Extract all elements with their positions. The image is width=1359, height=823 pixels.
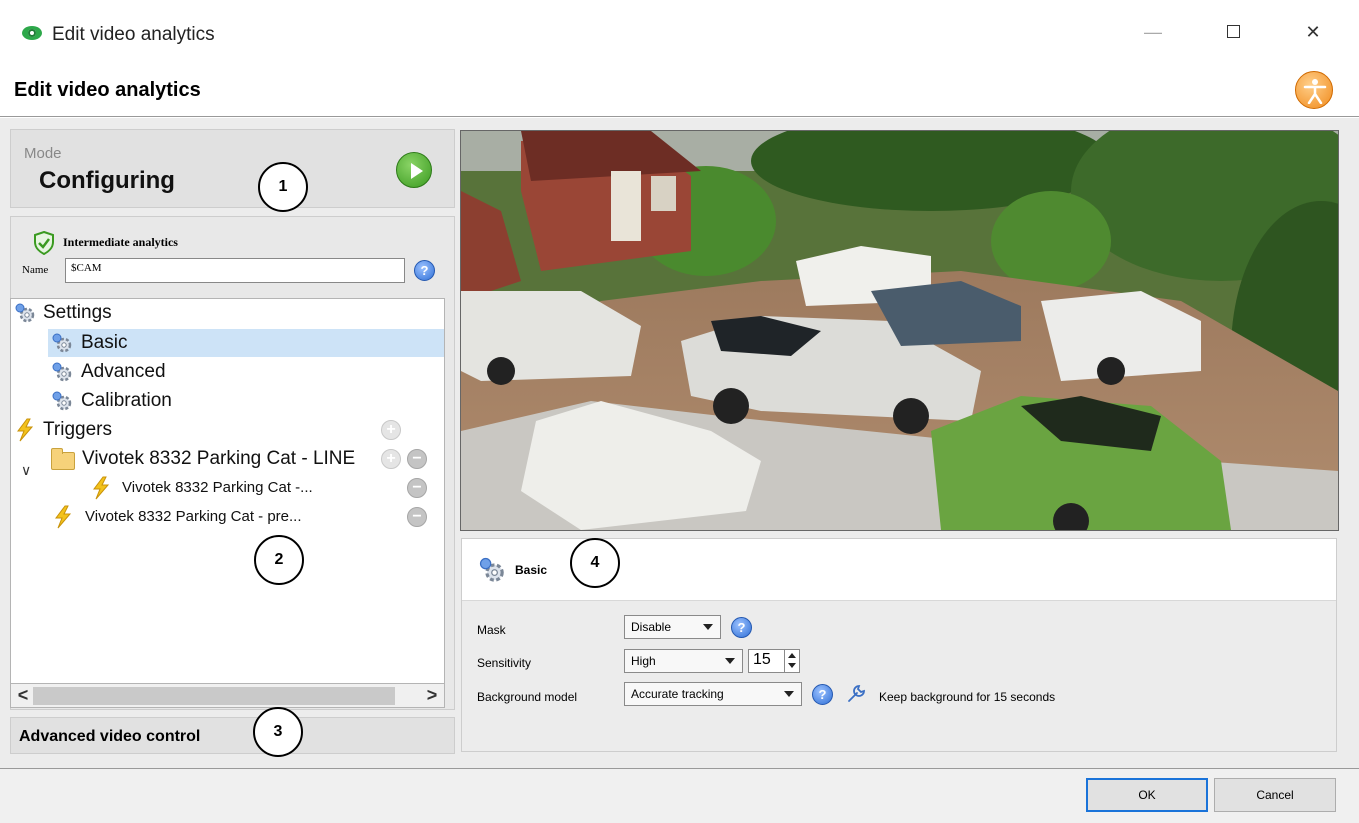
dropdown-arrow-icon xyxy=(784,691,794,697)
dialog-header: Edit video analytics xyxy=(0,70,1359,117)
scroll-right-button[interactable]: > xyxy=(422,684,442,706)
help-icon[interactable]: ? xyxy=(414,260,435,281)
shield-icon xyxy=(34,231,54,255)
remove-icon[interactable]: − xyxy=(407,507,427,527)
horizontal-scrollbar[interactable]: < > xyxy=(10,684,445,708)
lightning-icon xyxy=(17,418,34,442)
chevron-down-icon[interactable]: ∨ xyxy=(21,462,31,479)
advanced-video-control-panel[interactable]: Advanced video control xyxy=(10,717,455,754)
step-up-icon[interactable] xyxy=(788,653,796,658)
callout-1: 1 xyxy=(258,162,308,212)
lightning-icon xyxy=(55,505,72,529)
sensitivity-stepper[interactable]: 15 xyxy=(748,649,800,673)
minimize-button[interactable]: — xyxy=(1138,22,1168,43)
mask-label: Mask xyxy=(477,623,506,637)
sensitivity-stepper-value: 15 xyxy=(753,651,771,668)
tree-label: Settings xyxy=(43,302,112,323)
background-model-label: Background model xyxy=(477,690,578,704)
dropdown-arrow-icon xyxy=(725,658,735,664)
remove-icon[interactable]: − xyxy=(407,478,427,498)
video-preview[interactable] xyxy=(460,130,1339,531)
window-title: Edit video analytics xyxy=(52,24,215,45)
title-bar: Edit video analytics — ✕ xyxy=(0,0,1359,70)
basic-settings-title: Basic xyxy=(515,563,548,577)
add-icon[interactable]: + xyxy=(381,449,401,469)
tree-label: Calibration xyxy=(81,390,172,411)
mode-panel: Mode Configuring xyxy=(10,129,455,208)
wrench-icon[interactable] xyxy=(846,684,866,704)
mask-select-value: Disable xyxy=(631,620,672,634)
stepper-buttons[interactable] xyxy=(784,650,799,672)
dialog-title: Edit video analytics xyxy=(14,79,201,101)
analytics-type-title: Intermediate analytics xyxy=(63,235,178,249)
tree-label: Advanced xyxy=(81,361,166,382)
keep-background-text: Keep background for 15 seconds xyxy=(879,690,1056,704)
configuration-tree[interactable]: Settings Basic Advanced Calibration Trig… xyxy=(10,298,445,684)
remove-icon[interactable]: − xyxy=(407,449,427,469)
add-trigger-icon[interactable]: + xyxy=(381,420,401,440)
scroll-thumb[interactable] xyxy=(33,687,395,705)
step-down-icon[interactable] xyxy=(788,663,796,668)
accessibility-icon[interactable] xyxy=(1295,71,1333,109)
background-model-select[interactable]: Accurate tracking xyxy=(624,682,802,706)
name-label: Name xyxy=(22,264,49,276)
callout-4: 4 xyxy=(570,538,620,588)
callout-2: 2 xyxy=(254,535,304,585)
help-icon[interactable]: ? xyxy=(812,684,833,705)
sensitivity-select-value: High xyxy=(631,654,656,668)
main-area: Mode Configuring Intermediate analytics … xyxy=(0,118,1359,768)
tree-item-settings[interactable]: Settings xyxy=(11,299,444,327)
ok-button[interactable]: OK xyxy=(1086,778,1208,812)
tree-label: Triggers xyxy=(43,419,112,440)
gear-icon xyxy=(15,303,35,323)
mask-select[interactable]: Disable xyxy=(624,615,721,639)
dropdown-arrow-icon xyxy=(703,624,713,630)
play-icon[interactable] xyxy=(396,152,432,188)
gear-icon xyxy=(52,333,72,353)
background-model-select-value: Accurate tracking xyxy=(631,687,724,701)
folder-icon xyxy=(51,448,75,470)
maximize-button[interactable] xyxy=(1218,22,1248,43)
maximize-icon xyxy=(1226,25,1240,38)
gear-icon xyxy=(479,557,504,582)
gear-icon xyxy=(52,362,72,382)
callout-3: 3 xyxy=(253,707,303,757)
cancel-button[interactable]: Cancel xyxy=(1214,778,1336,812)
scroll-left-button[interactable]: < xyxy=(13,684,33,706)
help-icon[interactable]: ? xyxy=(731,617,752,638)
lightning-icon xyxy=(93,476,110,500)
mode-label: Mode xyxy=(24,145,62,162)
eye-icon xyxy=(22,26,42,40)
name-input[interactable]: $CAM xyxy=(65,258,405,283)
sensitivity-label: Sensitivity xyxy=(477,656,532,670)
advanced-video-control-label: Advanced video control xyxy=(19,728,201,745)
tree-label: Vivotek 8332 Parking Cat -... xyxy=(122,479,313,496)
tree-label: Vivotek 8332 Parking Cat - pre... xyxy=(85,508,302,525)
close-button[interactable]: ✕ xyxy=(1298,22,1328,43)
mode-value: Configuring xyxy=(39,167,175,194)
tree-label: Basic xyxy=(81,332,128,353)
sensitivity-select[interactable]: High xyxy=(624,649,743,673)
dialog-footer: OK Cancel xyxy=(0,768,1359,823)
tree-label: Vivotek 8332 Parking Cat - LINE xyxy=(82,448,356,469)
tree-item-basic[interactable]: Basic xyxy=(48,329,444,357)
gear-icon xyxy=(52,391,72,411)
camera-feed-image xyxy=(461,131,1338,530)
